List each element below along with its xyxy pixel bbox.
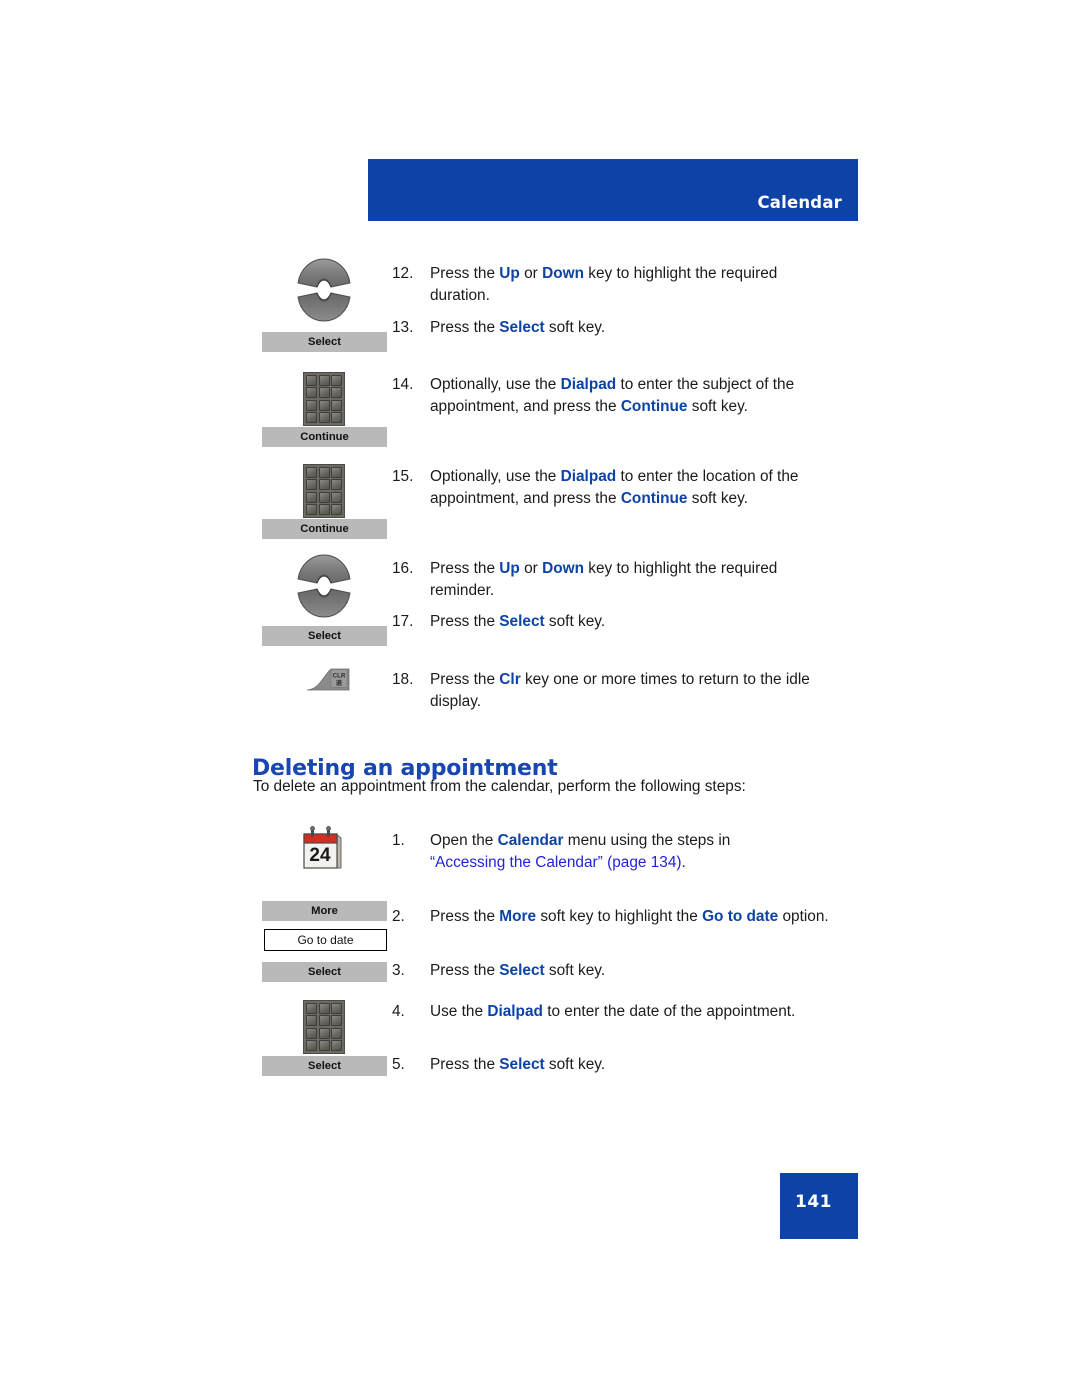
dialpad-icon [303, 372, 345, 426]
softkey-select-4[interactable]: Select [262, 1056, 387, 1076]
softkey-continue-1[interactable]: Continue [262, 427, 387, 447]
page-content: Calendar Select 12. Press the Up or Down… [0, 0, 1080, 1397]
step-16: 16. Press the Up or Down key to highligh… [392, 558, 842, 602]
step-text: Optionally, use the Dialpad to enter the… [430, 376, 795, 415]
dialpad-icon [303, 1000, 345, 1054]
navigation-updown-key-icon [296, 549, 352, 623]
page-number-box: 141 [780, 1173, 858, 1239]
calendar-icon: 24 [296, 824, 346, 874]
step-text: Press the Up or Down key to highlight th… [430, 265, 778, 304]
svg-text:CLR: CLR [333, 673, 346, 680]
softkey-continue-2[interactable]: Continue [262, 519, 387, 539]
step-13: 13. Press the Select soft key. [392, 317, 840, 339]
softkey-label: Continue [300, 431, 349, 443]
step-number: 13. [392, 319, 414, 336]
softkey-more[interactable]: More [262, 901, 387, 921]
step-text: Press the Select soft key. [430, 613, 606, 630]
step-text: Use the Dialpad to enter the date of the… [430, 1003, 796, 1020]
step-number: 3. [392, 962, 405, 979]
calendar-icon-date: 24 [309, 845, 331, 866]
page-header-band: Calendar [368, 159, 858, 221]
dialpad-icon [303, 464, 345, 518]
softkey-label: Select [308, 1060, 341, 1072]
option-go-to-date[interactable]: Go to date [264, 929, 387, 951]
step-14: 14. Optionally, use the Dialpad to enter… [392, 374, 842, 418]
softkey-label: More [311, 905, 338, 917]
step-number: 2. [392, 908, 405, 925]
softkey-select-3[interactable]: Select [262, 962, 387, 982]
step-text: Press the Select soft key. [430, 1056, 606, 1073]
option-label: Go to date [297, 933, 354, 947]
page-number: 141 [795, 1192, 832, 1212]
step-number: 1. [392, 832, 405, 849]
step-text: Press the Select soft key. [430, 962, 606, 979]
step-number: 17. [392, 613, 414, 630]
step-text: Press the Select soft key. [430, 319, 606, 336]
step-17: 17. Press the Select soft key. [392, 611, 842, 633]
delete-step-5: 5. Press the Select soft key. [392, 1054, 842, 1076]
step-number: 5. [392, 1056, 405, 1073]
softkey-label: Select [308, 966, 341, 978]
step-12: 12. Press the Up or Down key to highligh… [392, 263, 840, 307]
delete-step-1: 1. Open the Calendar menu using the step… [392, 830, 842, 874]
softkey-label: Select [308, 630, 341, 642]
step-number: 15. [392, 468, 414, 485]
step-number: 18. [392, 671, 414, 688]
step-15: 15. Optionally, use the Dialpad to enter… [392, 466, 842, 510]
delete-step-2: 2. Press the More soft key to highlight … [392, 906, 842, 928]
svg-text:退: 退 [336, 679, 343, 687]
section-lead-paragraph: To delete an appointment from the calend… [253, 778, 746, 795]
softkey-select-1[interactable]: Select [262, 332, 387, 352]
delete-step-3: 3. Press the Select soft key. [392, 960, 842, 982]
delete-step-4: 4. Use the Dialpad to enter the date of … [392, 1001, 842, 1023]
step-text: Optionally, use the Dialpad to enter the… [430, 468, 799, 507]
step-number: 16. [392, 560, 414, 577]
softkey-label: Continue [300, 523, 349, 535]
step-text: Open the Calendar menu using the steps i… [430, 832, 731, 871]
step-number: 14. [392, 376, 414, 393]
clr-key-icon: CLR 退 [305, 666, 351, 692]
step-18: 18. Press the Clr key one or more times … [392, 669, 842, 713]
step-number: 12. [392, 265, 414, 282]
softkey-label: Select [308, 336, 341, 348]
step-text: Press the Up or Down key to highlight th… [430, 560, 778, 599]
softkey-select-2[interactable]: Select [262, 626, 387, 646]
step-text: Press the More soft key to highlight the… [430, 908, 829, 925]
page-header-title: Calendar [757, 193, 842, 212]
step-number: 4. [392, 1003, 405, 1020]
navigation-updown-key-icon [296, 253, 352, 327]
step-text: Press the Clr key one or more times to r… [430, 671, 810, 710]
